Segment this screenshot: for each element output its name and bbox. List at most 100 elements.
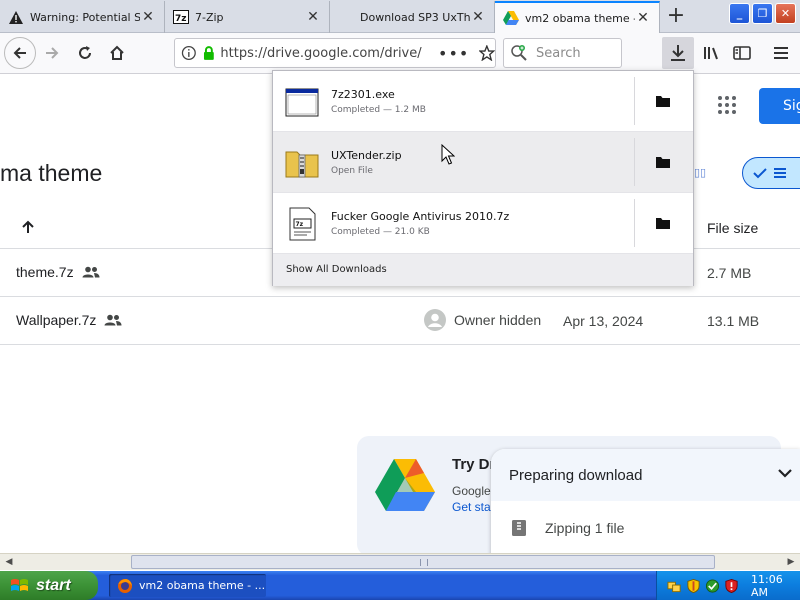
zip-folder-icon (285, 151, 319, 178)
shared-people-icon (104, 314, 122, 326)
sort-up-arrow-icon[interactable] (20, 219, 36, 235)
back-button[interactable] (4, 37, 36, 69)
search-placeholder: Search (536, 45, 581, 61)
zipping-text: Zipping 1 file (545, 520, 625, 536)
svg-text:7z: 7z (296, 221, 304, 228)
table-row[interactable]: Wallpaper.7z Owner hidden Apr 13, 2024 1… (0, 297, 800, 345)
tab-title: 7-Zip (195, 10, 224, 24)
sign-in-button[interactable]: Sig (759, 88, 800, 124)
download-file-name: 7z2301.exe (331, 88, 395, 101)
tab-strip: Warning: Potential Se ✕ 7z 7-Zip ✕ Downl… (0, 0, 800, 33)
horizontal-scrollbar[interactable]: ◀ ▶ (0, 553, 800, 570)
exe-window-icon (285, 88, 319, 117)
scrollbar-thumb[interactable] (131, 555, 715, 569)
download-item[interactable]: 7z2301.exe Completed — 1.2 MB (273, 71, 693, 132)
show-all-downloads-button[interactable]: Show All Downloads (273, 254, 693, 286)
tab-google-drive[interactable]: vm2 obama theme - G ✕ (495, 1, 660, 33)
tab-7zip[interactable]: 7z 7-Zip ✕ (165, 1, 330, 33)
search-icon (511, 45, 527, 61)
new-tab-button[interactable]: + (662, 3, 690, 31)
close-tab-icon[interactable]: ✕ (470, 9, 486, 25)
7z-file-icon: 7z (289, 207, 316, 241)
alert-shield-tray-icon[interactable] (724, 578, 739, 594)
taskbar-item-browser[interactable]: vm2 obama theme - ... (109, 574, 266, 597)
home-icon (110, 45, 124, 60)
layout-icon[interactable]: ▯▯ (694, 166, 706, 179)
modified-date: Apr 13, 2024 (563, 313, 644, 329)
mouse-cursor-icon (441, 144, 455, 165)
promo-title: Try Dr (452, 456, 496, 473)
7zip-icon: 7z (173, 9, 189, 25)
lock-icon (203, 46, 214, 60)
firefox-icon (118, 578, 132, 593)
network-tray-icon[interactable] (667, 578, 682, 594)
download-file-name: Fucker Google Antivirus 2010.7z (331, 210, 510, 223)
google-drive-logo-icon (375, 459, 435, 511)
zip-file-icon (512, 520, 526, 536)
promo-subtitle: Google (452, 484, 491, 498)
chevron-down-icon[interactable] (777, 467, 793, 479)
download-item[interactable]: 7z Fucker Google Antivirus 2010.7z Compl… (273, 193, 693, 254)
divider (634, 199, 635, 247)
taskbar: start vm2 obama theme - ... 11:06 AM (0, 571, 800, 600)
taskbar-item-label: vm2 obama theme - ... (139, 579, 266, 592)
page-actions-icon[interactable]: ••• (438, 44, 469, 63)
close-window-button[interactable]: ✕ (775, 3, 796, 24)
file-size: 13.1 MB (707, 313, 760, 329)
start-button[interactable]: start (0, 571, 98, 600)
close-tab-icon[interactable]: ✕ (635, 10, 651, 26)
close-tab-icon[interactable]: ✕ (140, 9, 156, 25)
list-view-toggle[interactable] (742, 157, 800, 189)
home-button[interactable] (101, 37, 133, 69)
zipping-status: Zipping 1 file (511, 519, 624, 537)
download-arrow-icon (671, 45, 685, 61)
url-bar[interactable]: https://drive.google.com/drive/ ••• (174, 38, 496, 68)
navigation-toolbar: https://drive.google.com/drive/ ••• Sear… (0, 33, 800, 74)
back-arrow-icon (13, 47, 26, 59)
tab-title: Download SP3 UxThe (360, 10, 470, 24)
promo-link[interactable]: Get sta (452, 500, 491, 514)
page-title: ma theme (0, 160, 103, 186)
file-name: Wallpaper.7z (16, 312, 97, 328)
sidebar-button[interactable] (726, 37, 758, 69)
open-folder-icon[interactable] (656, 95, 670, 107)
download-status: Open File (331, 166, 373, 176)
forward-button[interactable] (36, 37, 68, 69)
sidebar-icon (733, 46, 751, 60)
page-icon (338, 9, 354, 25)
reload-button[interactable] (69, 37, 101, 69)
minimize-button[interactable]: _ (729, 3, 750, 24)
clock: 11:06 AM (751, 572, 783, 599)
library-button[interactable] (696, 37, 728, 69)
apps-grid-icon[interactable] (718, 96, 736, 114)
preparing-download-panel: Preparing download Zipping 1 file (491, 449, 800, 559)
tab-title: vm2 obama theme - G (525, 11, 635, 25)
warning-icon (8, 9, 24, 25)
menu-button[interactable] (765, 37, 797, 69)
open-folder-icon[interactable] (656, 217, 670, 229)
security-shield-tray-icon[interactable] (686, 578, 701, 594)
close-tab-icon[interactable]: ✕ (305, 9, 321, 25)
open-folder-icon[interactable] (656, 156, 670, 168)
tab-warning[interactable]: Warning: Potential Se ✕ (0, 1, 165, 33)
column-file-size[interactable]: File size (707, 220, 758, 236)
file-size: 2.7 MB (707, 265, 752, 281)
tab-download-sp3[interactable]: Download SP3 UxThe ✕ (330, 1, 495, 33)
download-item[interactable]: UXTender.zip Open File (273, 132, 693, 193)
bookmark-star-icon[interactable] (479, 45, 495, 61)
preparing-download-header[interactable]: Preparing download (491, 449, 800, 501)
window-controls: _ ❐ ✕ (729, 3, 796, 24)
scroll-left-arrow-icon[interactable]: ◀ (1, 555, 17, 570)
shared-people-icon (82, 266, 100, 278)
tab-title: Warning: Potential Se (30, 10, 140, 24)
search-input[interactable]: Search (503, 38, 622, 68)
windows-logo-icon (11, 578, 28, 591)
system-tray: 11:06 AM (656, 571, 800, 600)
scroll-right-arrow-icon[interactable]: ▶ (783, 555, 799, 570)
restore-button[interactable]: ❐ (752, 3, 773, 24)
google-drive-icon (503, 10, 519, 26)
owner-name: Owner hidden (454, 312, 542, 328)
hamburger-menu-icon (774, 47, 788, 59)
downloads-button[interactable] (662, 37, 694, 69)
update-tray-icon[interactable] (705, 578, 720, 594)
